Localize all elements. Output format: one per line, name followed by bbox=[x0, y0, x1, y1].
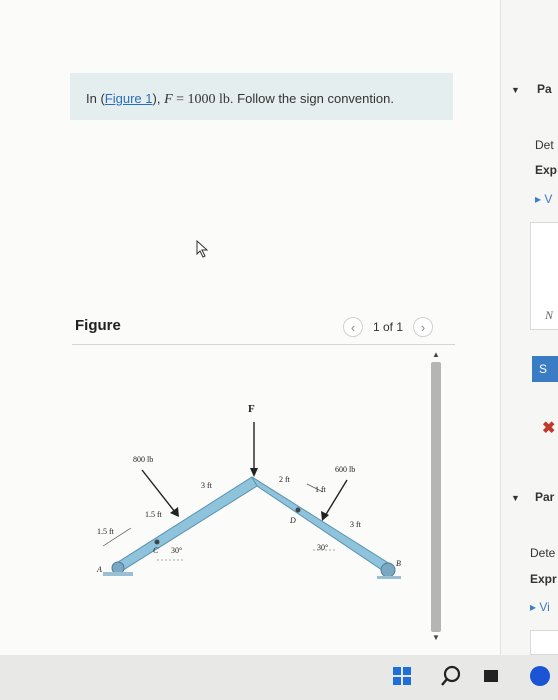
label-3ft-left: 3 ft bbox=[201, 481, 213, 490]
part-a-title[interactable]: Pa bbox=[537, 82, 552, 96]
frame-diagram: F 800 lb 600 lb 1.5 ft 1.5 ft 3 ft 2 ft … bbox=[96, 403, 401, 579]
force-f-head bbox=[250, 468, 258, 477]
part-b-title[interactable]: Par bbox=[535, 490, 554, 504]
force-800-head bbox=[170, 507, 179, 517]
part-b-answer-box[interactable] bbox=[530, 630, 558, 655]
problem-instruction: . Follow the sign convention. bbox=[229, 91, 394, 106]
part-a-view-label: V bbox=[544, 192, 553, 206]
collapse-part-a-icon[interactable]: ▼ bbox=[511, 85, 520, 95]
prev-figure-button[interactable]: ‹ bbox=[343, 317, 363, 337]
next-figure-button[interactable]: › bbox=[413, 317, 434, 337]
label-600lb: 600 lb bbox=[335, 465, 355, 474]
submit-button[interactable]: S bbox=[532, 356, 558, 382]
label-force-f: F bbox=[248, 403, 255, 415]
part-a-unit: N bbox=[545, 308, 554, 322]
label-1-5ft-left: 1.5 ft bbox=[97, 527, 115, 536]
part-b-view-toggle[interactable]: ▸ Vi bbox=[530, 600, 550, 614]
support-b-roller bbox=[380, 562, 396, 578]
label-point-c: C bbox=[153, 546, 159, 555]
pager-text: 1 of 1 bbox=[373, 320, 404, 334]
submit-label: S bbox=[539, 362, 548, 376]
search-icon[interactable] bbox=[440, 664, 462, 688]
support-b-base bbox=[377, 576, 401, 579]
scroll-thumb[interactable] bbox=[431, 362, 441, 632]
chevron-left-icon: ‹ bbox=[350, 319, 356, 335]
figure-title: Figure bbox=[75, 317, 121, 334]
label-angle-left: 30° bbox=[171, 546, 182, 555]
part-b-description: Dete bbox=[530, 546, 556, 560]
label-3ft-right: 3 ft bbox=[350, 520, 362, 529]
part-a-view-toggle[interactable]: ▸ V bbox=[535, 192, 552, 206]
figure-pager: ‹ 1 of 1 › bbox=[343, 317, 434, 337]
windows-start-icon[interactable] bbox=[393, 667, 411, 685]
file-explorer-icon[interactable] bbox=[484, 670, 498, 682]
label-point-b: B bbox=[396, 559, 401, 568]
chevron-right-icon: › bbox=[420, 319, 426, 335]
part-b-view-label: Vi bbox=[539, 600, 550, 614]
part-a-answer-box[interactable] bbox=[530, 222, 558, 330]
force-value: = 1000 lb bbox=[172, 92, 230, 107]
label-1ft: 1 ft bbox=[315, 485, 327, 494]
force-800-arrow bbox=[141, 469, 176, 513]
problem-pane: In (Figure 1), F = 1000 lb. Follow the s… bbox=[0, 0, 500, 655]
label-800lb: 800 lb bbox=[133, 455, 153, 464]
label-point-a: A bbox=[96, 565, 102, 574]
left-beam bbox=[114, 476, 258, 573]
support-a-base bbox=[103, 572, 133, 576]
screen: In (Figure 1), F = 1000 lb. Follow the s… bbox=[0, 0, 558, 655]
scroll-down-icon[interactable]: ▼ bbox=[432, 633, 440, 642]
force-expression: F = 1000 lb bbox=[164, 92, 230, 107]
label-point-d: D bbox=[289, 516, 296, 525]
app-icon[interactable] bbox=[530, 666, 550, 686]
part-a-description: Det bbox=[535, 138, 554, 152]
problem-sep: ), bbox=[152, 91, 165, 106]
point-d-dot bbox=[295, 507, 301, 513]
figure-scrollbar[interactable]: ▲ ▼ bbox=[429, 350, 443, 642]
force-600-arrow bbox=[324, 479, 348, 517]
part-b-express: Expr bbox=[530, 572, 557, 586]
force-variable: F bbox=[164, 92, 173, 107]
figure-link[interactable]: Figure 1 bbox=[105, 91, 153, 106]
part-a-express: Exp bbox=[535, 163, 558, 177]
problem-prefix: In ( bbox=[86, 91, 105, 106]
label-2ft: 2 ft bbox=[279, 475, 291, 484]
label-1-5ft-top: 1.5 ft bbox=[145, 510, 163, 519]
incorrect-x-icon: ✖ bbox=[542, 420, 556, 437]
scroll-up-icon[interactable]: ▲ bbox=[432, 350, 440, 359]
collapse-part-b-icon[interactable]: ▼ bbox=[511, 493, 520, 503]
problem-text: In (Figure 1), F = 1000 lb. Follow the s… bbox=[86, 91, 394, 108]
mouse-cursor-icon bbox=[196, 240, 209, 258]
problem-statement-box: In (Figure 1), F = 1000 lb. Follow the s… bbox=[70, 73, 453, 120]
taskbar bbox=[0, 655, 558, 700]
figure-divider bbox=[72, 344, 455, 345]
label-angle-right: 30° bbox=[317, 543, 328, 552]
point-c-dot bbox=[154, 539, 160, 545]
